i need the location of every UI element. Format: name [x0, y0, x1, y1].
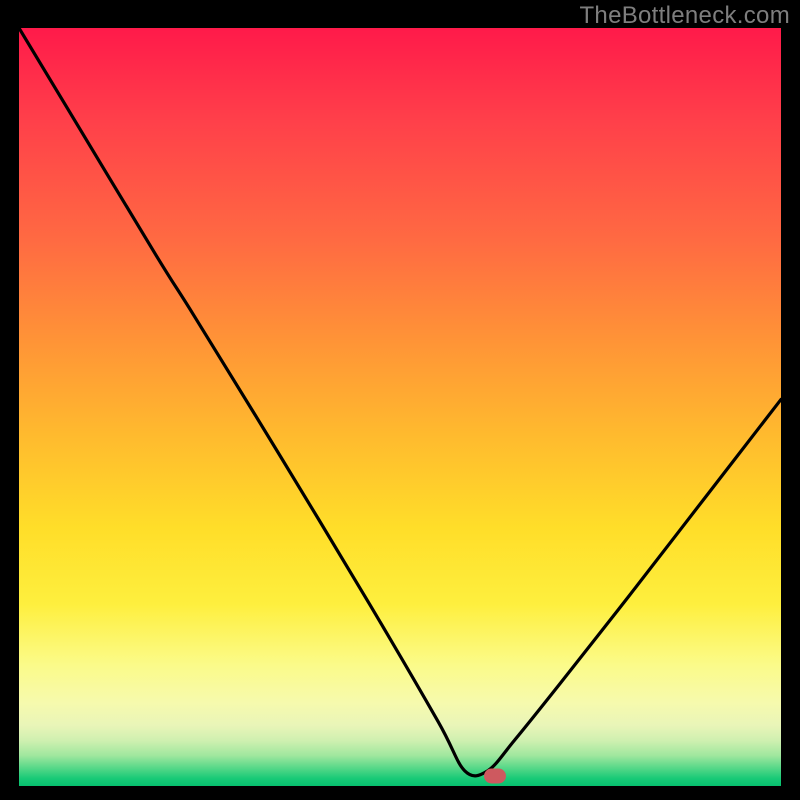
bottleneck-curve	[19, 28, 781, 786]
plot-area	[19, 28, 781, 786]
chart-frame: TheBottleneck.com	[0, 0, 800, 800]
optimum-marker	[484, 769, 506, 784]
watermark-text: TheBottleneck.com	[579, 2, 790, 30]
